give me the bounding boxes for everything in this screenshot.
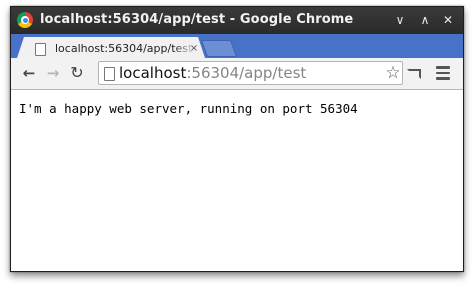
browser-window: localhost:56304/app/test - Google Chrome… [10, 6, 464, 272]
address-path: :56304/app/test [186, 64, 307, 82]
maximize-button[interactable]: ∧ [416, 11, 434, 29]
tab-close-button[interactable]: × [189, 42, 199, 56]
back-button[interactable]: ← [19, 63, 39, 83]
tab-page-icon [35, 43, 46, 56]
forward-button[interactable]: → [43, 63, 63, 83]
reload-button[interactable]: ↻ [67, 63, 87, 83]
window-title: localhost:56304/app/test - Google Chrome [40, 12, 354, 27]
address-text[interactable]: localhost:56304/app/test [119, 64, 306, 82]
menu-icon[interactable] [436, 66, 450, 80]
page-info-icon[interactable] [104, 67, 115, 81]
title-bar[interactable]: localhost:56304/app/test - Google Chrome… [11, 7, 463, 34]
cast-icon[interactable] [407, 69, 421, 79]
close-window-button[interactable]: ✕ [439, 11, 457, 29]
bookmark-star-icon[interactable]: ☆ [384, 63, 402, 83]
tab-title: localhost:56304/app/test [55, 42, 193, 55]
page-body-text: I'm a happy web server, running on port … [19, 101, 358, 116]
minimize-button[interactable]: ∨ [391, 11, 409, 29]
page-content [11, 90, 463, 271]
chrome-logo-icon [17, 12, 33, 28]
address-host: localhost [119, 64, 187, 82]
new-tab-button[interactable] [200, 40, 238, 57]
